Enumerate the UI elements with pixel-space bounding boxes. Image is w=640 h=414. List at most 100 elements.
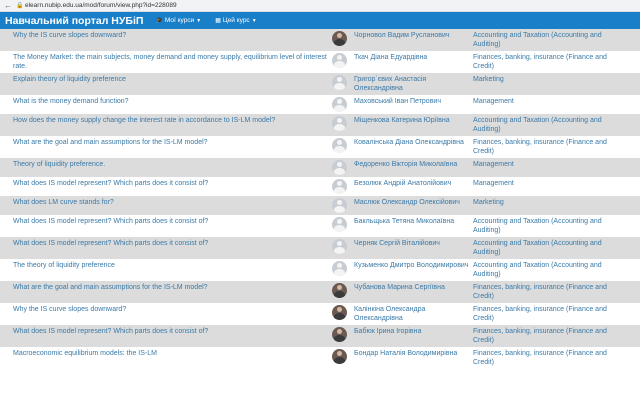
avatar[interactable]: [332, 116, 347, 131]
discussion-link[interactable]: What does IS model represent? Which part…: [13, 218, 208, 225]
author-name[interactable]: Григор`євих Анастасія Олександрівна: [354, 73, 473, 95]
discussion-link[interactable]: Why the IS curve slopes downward?: [13, 32, 126, 39]
lock-icon: 🔒: [16, 2, 24, 9]
table-row: What does IS model represent? Which part…: [0, 325, 640, 347]
discussion-link[interactable]: What does IS model represent? Which part…: [13, 328, 208, 335]
table-row: The Money Market: the main subjects, mon…: [0, 51, 640, 73]
table-row: Explain theory of liquidity preference Гр…: [0, 73, 640, 95]
author-name[interactable]: Безолюк Андрій Анатолійович: [354, 177, 473, 196]
avatar[interactable]: [332, 138, 347, 153]
avatar-cell: [330, 29, 354, 51]
discussion-subject-cell: What does IS model represent? Which part…: [0, 325, 330, 347]
avatar-cell: [330, 95, 354, 114]
author-name[interactable]: Калінкіна Олександра Олександрівна: [354, 303, 473, 325]
my-courses-menu[interactable]: 🎓 Мої курси ▼: [155, 17, 201, 24]
avatar-cell: [330, 347, 354, 369]
avatar[interactable]: [332, 217, 347, 232]
author-name[interactable]: Федоренко Вікторія Миколаївна: [354, 158, 473, 177]
avatar-cell: [330, 259, 354, 281]
author-name[interactable]: Чорновол Вадим Русланович: [354, 29, 473, 51]
avatar[interactable]: [332, 75, 347, 90]
author-name[interactable]: Ковалінська Діана Олександрівна: [354, 136, 473, 158]
avatar[interactable]: [332, 160, 347, 175]
back-arrow-icon[interactable]: ←: [4, 1, 12, 10]
avatar[interactable]: [332, 239, 347, 254]
author-name[interactable]: Бакльщька Тетяна Миколаївна: [354, 215, 473, 237]
avatar-cell: [330, 196, 354, 215]
avatar[interactable]: [332, 349, 347, 364]
table-row: What does IS model represent? Which part…: [0, 215, 640, 237]
this-course-menu[interactable]: ▦ Цей курс ▼: [215, 17, 256, 24]
discussion-subject-cell: What does LM curve stands for?: [0, 196, 330, 215]
avatar-cell: [330, 158, 354, 177]
author-name[interactable]: Бондар Наталія Володимирівна: [354, 347, 473, 369]
author-name[interactable]: Чубанова Марина Сергіївна: [354, 281, 473, 303]
discussion-subject-cell: What does IS model represent? Which part…: [0, 215, 330, 237]
avatar-cell: [330, 281, 354, 303]
avatar[interactable]: [332, 305, 347, 320]
discussion-link[interactable]: What are the goal and main assumptions f…: [13, 284, 208, 291]
discussion-link[interactable]: What is the money demand function?: [13, 98, 129, 105]
author-name[interactable]: Кузьменко Дмитро Володимирович: [354, 259, 473, 281]
author-name[interactable]: Ткач Діана Едуардівна: [354, 51, 473, 73]
avatar[interactable]: [332, 327, 347, 342]
author-group: Marketing: [473, 73, 640, 95]
table-row: What are the goal and main assumptions f…: [0, 136, 640, 158]
table-row: Why the IS curve slopes downward? Чорново…: [0, 29, 640, 51]
author-group: Finances, banking, insurance (Finance an…: [473, 281, 640, 303]
discussion-link[interactable]: The theory of liquidity preference: [13, 262, 115, 269]
avatar-cell: [330, 325, 354, 347]
table-row: How does the money supply change the int…: [0, 114, 640, 136]
discussion-link[interactable]: What does LM curve stands for?: [13, 199, 114, 206]
discussion-link[interactable]: Theory of liquidity preference.: [13, 161, 105, 168]
author-name[interactable]: Бабюк Ірина Ігорівна: [354, 325, 473, 347]
author-name[interactable]: Маслюк Олександр Олексійович: [354, 196, 473, 215]
avatar-cell: [330, 114, 354, 136]
author-group: Finances, banking, insurance (Finance an…: [473, 136, 640, 158]
author-name[interactable]: Міщенкова Катерина Юріївна: [354, 114, 473, 136]
discussion-subject-cell: Macroeconomic equilibrium models: the IS…: [0, 347, 330, 369]
this-course-label: Цей курс: [222, 17, 250, 24]
discussion-link[interactable]: What does IS model represent? Which part…: [13, 180, 208, 187]
table-row: What does IS model represent? Which part…: [0, 237, 640, 259]
discussion-subject-cell: The theory of liquidity preference: [0, 259, 330, 281]
table-row: Why the IS curve slopes downward? Калінкі…: [0, 303, 640, 325]
discussion-subject-cell: What are the goal and main assumptions f…: [0, 136, 330, 158]
avatar[interactable]: [332, 283, 347, 298]
avatar[interactable]: [332, 97, 347, 112]
avatar[interactable]: [332, 179, 347, 194]
discussion-link[interactable]: Explain theory of liquidity preference: [13, 76, 126, 83]
discussion-link[interactable]: The Money Market: the main subjects, mon…: [13, 54, 327, 70]
author-name[interactable]: Черняк Сергій Віталійович: [354, 237, 473, 259]
author-name[interactable]: Маховський Іван Петрович: [354, 95, 473, 114]
author-group: Accounting and Taxation (Accounting and …: [473, 114, 640, 136]
discussion-link[interactable]: What are the goal and main assumptions f…: [13, 139, 208, 146]
avatar[interactable]: [332, 53, 347, 68]
discussion-subject-cell: Explain theory of liquidity preference: [0, 73, 330, 95]
author-group: Finances, banking, insurance (Finance an…: [473, 325, 640, 347]
discussion-subject-cell: What does IS model represent? Which part…: [0, 177, 330, 196]
author-group: Accounting and Taxation (Accounting and …: [473, 237, 640, 259]
author-group: Finances, banking, insurance (Finance an…: [473, 51, 640, 73]
discussion-link[interactable]: Macroeconomic equilibrium models: the IS…: [13, 350, 157, 357]
avatar[interactable]: [332, 31, 347, 46]
caret-down-icon: ▼: [251, 17, 257, 24]
discussion-link[interactable]: How does the money supply change the int…: [13, 117, 275, 124]
table-row: What is the money demand function? Маховс…: [0, 95, 640, 114]
avatar[interactable]: [332, 198, 347, 213]
site-brand[interactable]: Навчальний портал НУБіП: [0, 15, 143, 27]
author-group: Management: [473, 177, 640, 196]
author-group: Accounting and Taxation (Accounting and …: [473, 215, 640, 237]
avatar-cell: [330, 237, 354, 259]
url-text[interactable]: elearn.nubip.edu.ua/mod/forum/view.php?i…: [25, 2, 177, 9]
table-row: Theory of liquidity preference. Федоренко…: [0, 158, 640, 177]
avatar-cell: [330, 303, 354, 325]
table-row: What does LM curve stands for? Маслюк Оле…: [0, 196, 640, 215]
discussion-link[interactable]: Why the IS curve slopes downward?: [13, 306, 126, 313]
table-row: The theory of liquidity preference Кузьме…: [0, 259, 640, 281]
discussion-subject-cell: What are the goal and main assumptions f…: [0, 281, 330, 303]
discussion-link[interactable]: What does IS model represent? Which part…: [13, 240, 208, 247]
browser-address-bar[interactable]: ← 🔒 elearn.nubip.edu.ua/mod/forum/view.p…: [0, 0, 640, 12]
avatar-cell: [330, 136, 354, 158]
avatar[interactable]: [332, 261, 347, 276]
